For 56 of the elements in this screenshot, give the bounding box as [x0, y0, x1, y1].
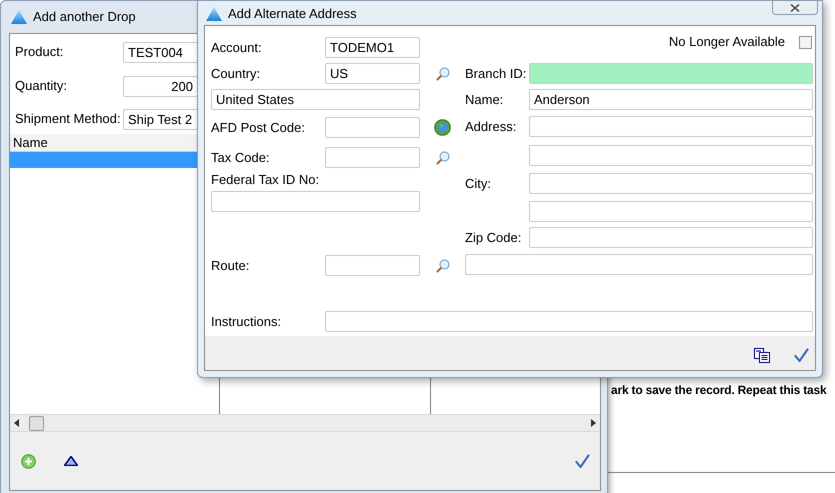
close-icon[interactable] — [790, 4, 800, 12]
field-label: Tax Code: — [211, 148, 271, 167]
field-label: Account: — [211, 38, 263, 57]
search-icon[interactable] — [436, 258, 450, 272]
search-icon[interactable] — [436, 66, 450, 80]
input-field[interactable] — [529, 227, 813, 248]
input-field[interactable]: US — [325, 63, 420, 84]
input-field[interactable] — [529, 63, 813, 84]
input-field[interactable] — [325, 117, 420, 138]
field-label: Product: — [15, 43, 64, 62]
field-label: Instructions: — [211, 312, 282, 331]
input-field[interactable] — [325, 147, 420, 168]
field-label: Federal Tax ID No: — [211, 171, 320, 190]
input-field[interactable]: TODEMO1 — [325, 37, 420, 58]
globe-icon[interactable] — [434, 119, 451, 136]
triangle-icon[interactable] — [64, 456, 78, 466]
horizontal-scrollbar[interactable] — [10, 414, 600, 432]
field-label: Name: — [465, 92, 504, 107]
app-logo-icon — [11, 10, 27, 24]
field-label: City: — [465, 176, 491, 191]
field-label: Quantity: — [15, 77, 68, 96]
input-field[interactable]: United States — [211, 89, 420, 110]
field-label: Shipment Method: — [15, 110, 122, 128]
app-logo-icon — [206, 6, 222, 20]
checkbox-label: No Longer Available — [668, 33, 785, 52]
check-icon[interactable] — [794, 348, 809, 362]
field-label: Zip Code: — [465, 230, 522, 245]
field-label: AFD Post Code: — [211, 118, 306, 137]
search-icon[interactable] — [436, 150, 450, 164]
copy-icon[interactable] — [754, 348, 770, 362]
window-title: Add Alternate Address — [228, 4, 357, 23]
instruction-text: ark to save the record. Repeat this task — [611, 382, 826, 399]
field-label: Address: — [465, 118, 516, 134]
add-icon[interactable] — [21, 454, 36, 468]
field-label: Branch ID: — [465, 66, 526, 81]
checkbox[interactable] — [799, 36, 812, 48]
input-field[interactable]: Anderson — [529, 89, 813, 110]
input-field[interactable] — [529, 145, 813, 166]
input-field[interactable] — [529, 173, 813, 194]
window-title: Add another Drop — [33, 8, 136, 26]
input-field[interactable] — [325, 311, 813, 332]
input-field[interactable] — [325, 255, 420, 276]
input-field[interactable]: 200 — [123, 76, 198, 96]
field-label: Route: — [211, 256, 250, 275]
scroll-left-icon[interactable] — [14, 419, 20, 427]
scroll-thumb[interactable] — [29, 416, 44, 430]
scroll-right-icon[interactable] — [590, 419, 596, 427]
close-button[interactable] — [772, 0, 818, 15]
field-label: Country: — [211, 64, 262, 83]
check-icon[interactable] — [575, 454, 590, 468]
input-field[interactable]: Ship Test 2 — [123, 108, 198, 130]
input-field[interactable] — [529, 116, 813, 137]
input-field[interactable] — [529, 201, 813, 222]
input-field[interactable] — [465, 254, 813, 275]
input-field[interactable]: TEST004 — [123, 42, 198, 62]
input-field[interactable] — [211, 191, 420, 212]
